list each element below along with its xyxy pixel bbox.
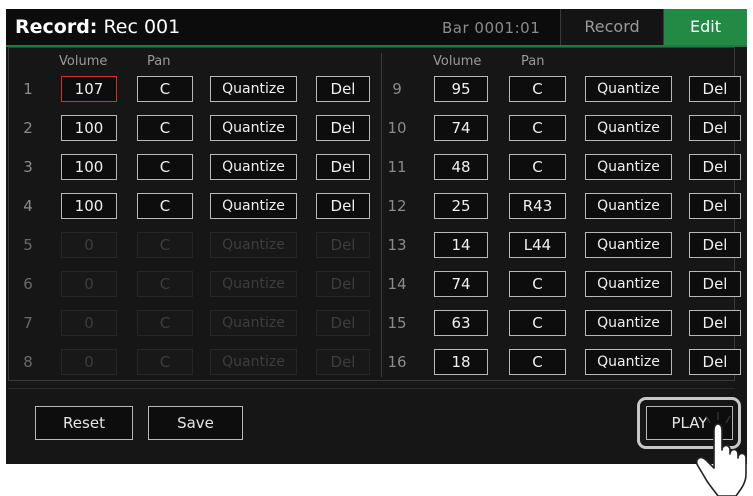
column-header-volume-left: Volume xyxy=(59,54,108,69)
track-5-quantize-button: Quantize xyxy=(210,232,297,258)
track-number: 8 xyxy=(23,353,33,371)
track-15-quantize-button[interactable]: Quantize xyxy=(585,310,672,336)
track-2-quantize-button[interactable]: Quantize xyxy=(210,115,297,141)
track-16-volume-field[interactable]: 18 xyxy=(434,349,488,375)
track-16-delete-button[interactable]: Del xyxy=(689,349,741,375)
save-button[interactable]: Save xyxy=(148,406,243,440)
track-4-pan-field[interactable]: C xyxy=(137,193,193,219)
track-6-volume-field: 0 xyxy=(61,271,117,297)
track-9-quantize-button[interactable]: Quantize xyxy=(585,76,672,102)
tab-edit[interactable]: Edit xyxy=(663,9,747,45)
track-8-delete-button: Del xyxy=(316,349,370,375)
track-5-volume-field: 0 xyxy=(61,232,117,258)
pointing-hand-icon xyxy=(695,412,747,496)
track-7-volume-field: 0 xyxy=(61,310,117,336)
track-2-delete-button[interactable]: Del xyxy=(316,115,370,141)
track-13-pan-field[interactable]: L44 xyxy=(509,232,566,258)
panel-divider xyxy=(381,53,382,377)
track-9-volume-field[interactable]: 95 xyxy=(434,76,488,102)
track-number: 4 xyxy=(23,197,33,215)
track-7-quantize-button: Quantize xyxy=(210,310,297,336)
track-10-delete-button[interactable]: Del xyxy=(689,115,741,141)
page-title: Record: Rec 001 xyxy=(15,15,180,39)
track-15-pan-field[interactable]: C xyxy=(509,310,566,336)
track-4-volume-field[interactable]: 100 xyxy=(61,193,117,219)
track-12-delete-button[interactable]: Del xyxy=(689,193,741,219)
track-number: 11 xyxy=(387,158,407,176)
reset-button[interactable]: Reset xyxy=(35,406,133,440)
track-number: 16 xyxy=(387,353,407,371)
track-11-delete-button[interactable]: Del xyxy=(689,154,741,180)
track-1-volume-field[interactable]: 107 xyxy=(61,76,117,102)
track-10-pan-field[interactable]: C xyxy=(509,115,566,141)
bar-position: Bar 0001:01 xyxy=(442,19,541,37)
track-number: 5 xyxy=(23,236,33,254)
track-10-volume-field[interactable]: 74 xyxy=(434,115,488,141)
track-number: 12 xyxy=(387,197,407,215)
track-number: 3 xyxy=(23,158,33,176)
track-12-volume-field[interactable]: 25 xyxy=(434,193,488,219)
track-number: 1 xyxy=(23,80,33,98)
tab-record[interactable]: Record xyxy=(560,9,663,45)
track-8-quantize-button: Quantize xyxy=(210,349,297,375)
column-header-pan-right: Pan xyxy=(521,54,545,69)
track-16-quantize-button[interactable]: Quantize xyxy=(585,349,672,375)
header-bar: Record: Rec 001 Bar 0001:01 Record Edit xyxy=(6,9,747,45)
track-8-volume-field: 0 xyxy=(61,349,117,375)
track-number: 13 xyxy=(387,236,407,254)
track-6-delete-button: Del xyxy=(316,271,370,297)
recording-name: Rec 001 xyxy=(97,16,181,38)
column-header-pan-left: Pan xyxy=(147,54,171,69)
track-16-pan-field[interactable]: C xyxy=(509,349,566,375)
track-3-pan-field[interactable]: C xyxy=(137,154,193,180)
track-4-delete-button[interactable]: Del xyxy=(316,193,370,219)
track-11-volume-field[interactable]: 48 xyxy=(434,154,488,180)
track-number: 14 xyxy=(387,275,407,293)
track-1-quantize-button[interactable]: Quantize xyxy=(210,76,297,102)
track-5-delete-button: Del xyxy=(316,232,370,258)
track-7-pan-field: C xyxy=(137,310,193,336)
track-3-delete-button[interactable]: Del xyxy=(316,154,370,180)
track-15-delete-button[interactable]: Del xyxy=(689,310,741,336)
track-number: 15 xyxy=(387,314,407,332)
track-11-quantize-button[interactable]: Quantize xyxy=(585,154,672,180)
track-8-pan-field: C xyxy=(137,349,193,375)
track-14-delete-button[interactable]: Del xyxy=(689,271,741,297)
track-2-pan-field[interactable]: C xyxy=(137,115,193,141)
track-12-quantize-button[interactable]: Quantize xyxy=(585,193,672,219)
title-label: Record: xyxy=(15,16,98,38)
column-header-volume-right: Volume xyxy=(433,54,482,69)
track-13-quantize-button[interactable]: Quantize xyxy=(585,232,672,258)
track-10-quantize-button[interactable]: Quantize xyxy=(585,115,672,141)
track-15-volume-field[interactable]: 63 xyxy=(434,310,488,336)
track-9-delete-button[interactable]: Del xyxy=(689,76,741,102)
track-13-delete-button[interactable]: Del xyxy=(689,232,741,258)
track-12-pan-field[interactable]: R43 xyxy=(509,193,566,219)
track-1-delete-button[interactable]: Del xyxy=(316,76,370,102)
track-number: 7 xyxy=(23,314,33,332)
track-14-quantize-button[interactable]: Quantize xyxy=(585,271,672,297)
track-5-pan-field: C xyxy=(137,232,193,258)
track-3-quantize-button[interactable]: Quantize xyxy=(210,154,297,180)
track-11-pan-field[interactable]: C xyxy=(509,154,566,180)
track-6-quantize-button: Quantize xyxy=(210,271,297,297)
track-number: 2 xyxy=(23,119,33,137)
track-number: 10 xyxy=(387,119,407,137)
track-2-volume-field[interactable]: 100 xyxy=(61,115,117,141)
track-1-pan-field[interactable]: C xyxy=(137,76,193,102)
track-9-pan-field[interactable]: C xyxy=(509,76,566,102)
track-14-pan-field[interactable]: C xyxy=(509,271,566,297)
track-13-volume-field[interactable]: 14 xyxy=(434,232,488,258)
track-3-volume-field[interactable]: 100 xyxy=(61,154,117,180)
track-4-quantize-button[interactable]: Quantize xyxy=(210,193,297,219)
track-number: 6 xyxy=(23,275,33,293)
track-number: 9 xyxy=(392,80,402,98)
track-6-pan-field: C xyxy=(137,271,193,297)
track-7-delete-button: Del xyxy=(316,310,370,336)
track-14-volume-field[interactable]: 74 xyxy=(434,271,488,297)
